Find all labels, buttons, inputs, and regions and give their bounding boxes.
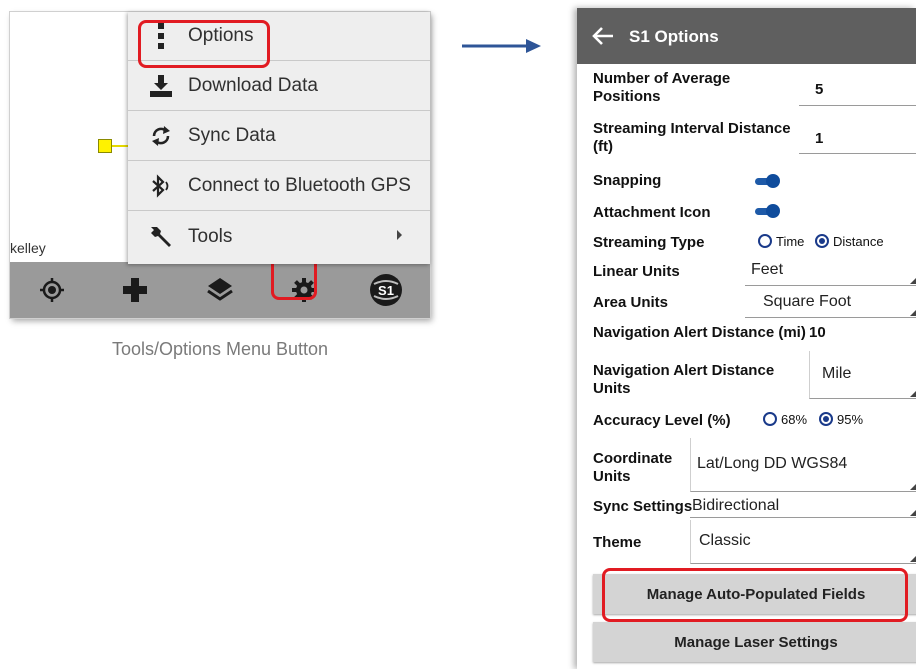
snapping-label: Snapping <box>593 172 662 189</box>
right-arrow-icon <box>462 38 542 59</box>
attachment-label: Attachment Icon <box>593 204 711 221</box>
streaming-type-label: Streaming Type <box>593 234 705 251</box>
back-arrow-icon[interactable] <box>591 24 615 48</box>
sync-settings-value: Bidirectional <box>692 497 780 514</box>
area-units-label: Area Units <box>593 294 669 311</box>
area-units-dropdown[interactable]: Square Foot <box>745 288 916 318</box>
streaming-type-distance-label: Distance <box>833 234 884 249</box>
streaming-type-distance-radio[interactable] <box>815 234 829 248</box>
map-marker-yellow[interactable] <box>98 139 112 153</box>
coord-units-label: Coordinate Units <box>593 450 673 485</box>
manage-laser-settings-button[interactable]: Manage Laser Settings <box>593 622 916 662</box>
menu-item-label: Tools <box>188 225 233 247</box>
dropdown-arrow-icon <box>910 278 916 284</box>
svg-text:S1: S1 <box>378 283 394 298</box>
area-units-value: Square Foot <box>763 293 852 310</box>
accuracy-95-label: 95% <box>837 412 864 427</box>
nav-alert-units-label: Navigation Alert Distance Units <box>593 362 775 397</box>
theme-value: Classic <box>699 532 751 549</box>
sync-settings-label: Sync Settings <box>593 498 693 515</box>
attachment-toggle[interactable] <box>755 204 781 218</box>
menu-item-label: Connect to Bluetooth GPS <box>188 175 411 196</box>
stream-interval-value: 1 <box>815 130 824 147</box>
theme-dropdown[interactable]: Classic <box>690 520 916 564</box>
avg-positions-label: Number of Average Positions <box>593 70 731 105</box>
menu-item-tools[interactable]: Tools <box>128 212 430 261</box>
accuracy-68-label: 68% <box>781 412 808 427</box>
menu-item-label: Download Data <box>188 75 318 96</box>
manage-fields-highlight <box>602 568 908 622</box>
dropdown-arrow-icon <box>910 484 916 490</box>
streaming-type-time-radio[interactable] <box>758 234 772 248</box>
menu-item-sync-data[interactable]: Sync Data <box>128 112 430 161</box>
options-screen: S1 Options Number of Average Positions 5… <box>577 8 916 669</box>
layers-icon[interactable] <box>190 262 250 318</box>
locate-icon[interactable] <box>22 262 82 318</box>
dropdown-arrow-icon <box>910 310 916 316</box>
sync-icon <box>148 125 174 147</box>
accuracy-label: Accuracy Level (%) <box>593 412 731 429</box>
accuracy-68-radio[interactable] <box>763 412 777 426</box>
dropdown-arrow-icon <box>910 391 916 397</box>
menu-item-connect-bluetooth[interactable]: Connect to Bluetooth GPS <box>128 162 430 211</box>
linear-units-value: Feet <box>751 261 784 278</box>
dropdown-arrow-icon <box>910 510 916 516</box>
stream-interval-label: Streaming Interval Distance (ft) <box>593 120 791 155</box>
options-item-highlight <box>138 20 270 68</box>
sync-settings-dropdown[interactable]: Bidirectional <box>690 494 916 518</box>
nav-alert-distance-value[interactable]: 10 <box>809 324 826 341</box>
s1-logo-icon[interactable]: S1 <box>356 262 416 318</box>
plus-icon[interactable] <box>105 262 165 318</box>
avg-positions-input[interactable]: 5 <box>799 72 916 106</box>
map-label: kelley <box>10 240 46 256</box>
bluetooth-icon <box>148 174 174 198</box>
page-title: S1 Options <box>629 27 719 46</box>
coord-units-value: Lat/Long DD WGS84 <box>697 455 848 472</box>
wrench-icon <box>148 225 174 249</box>
submenu-arrow-icon <box>397 230 402 240</box>
menu-item-label: Sync Data <box>188 125 276 146</box>
figure-caption: Tools/Options Menu Button <box>111 339 329 359</box>
avg-positions-value: 5 <box>815 81 824 98</box>
bottom-toolbar: S1 <box>10 262 430 318</box>
nav-alert-units-dropdown[interactable]: Mile <box>809 351 916 399</box>
nav-alert-units-value: Mile <box>822 365 852 382</box>
download-icon <box>148 74 174 98</box>
theme-label: Theme <box>593 534 642 551</box>
snapping-toggle[interactable] <box>755 174 781 188</box>
linear-units-dropdown[interactable]: Feet <box>745 256 916 286</box>
streaming-type-time-label: Time <box>776 234 805 249</box>
stream-interval-input[interactable]: 1 <box>799 120 916 154</box>
linear-units-label: Linear Units <box>593 263 680 280</box>
coord-units-dropdown[interactable]: Lat/Long DD WGS84 <box>690 438 916 492</box>
accuracy-95-radio[interactable] <box>819 412 833 426</box>
nav-alert-distance-label: Navigation Alert Distance (mi) <box>593 324 806 341</box>
dropdown-arrow-icon <box>910 556 916 562</box>
app-bar: S1 Options <box>577 8 916 64</box>
menu-item-download-data[interactable]: Download Data <box>128 62 430 111</box>
